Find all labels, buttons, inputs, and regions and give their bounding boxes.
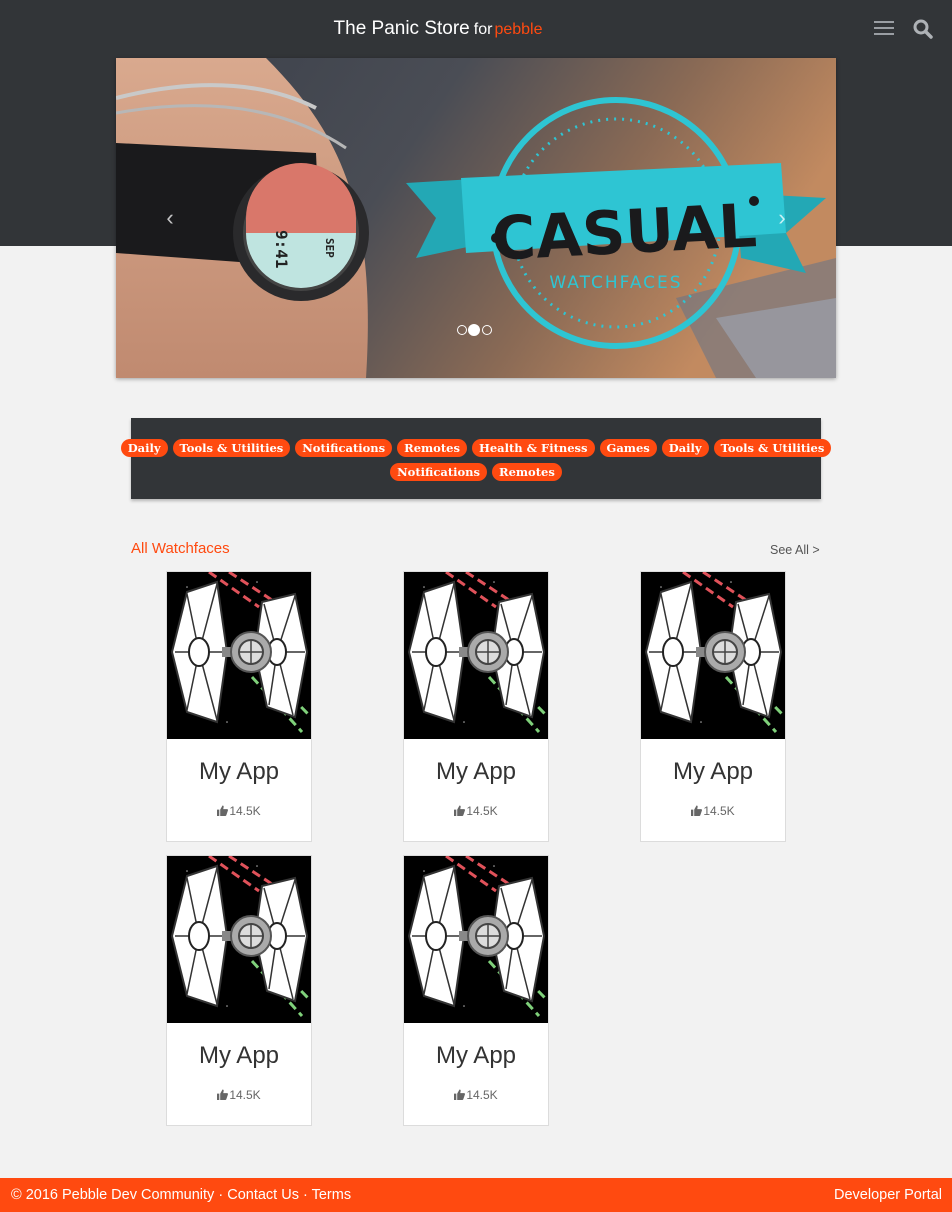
category-tag[interactable]: Games bbox=[599, 439, 657, 457]
navbar: The Panic Store for pebble bbox=[0, 0, 952, 58]
app-likes-count: 14.5K bbox=[466, 804, 498, 818]
thumbs-up-icon bbox=[217, 1089, 229, 1100]
app-likes-count: 14.5K bbox=[229, 804, 261, 818]
carousel-prev-arrow[interactable]: ‹ bbox=[160, 205, 180, 237]
footer-separator: · bbox=[302, 1187, 308, 1203]
category-panel: Daily Tools & Utilities Notifications Remot… bbox=[120, 418, 832, 499]
app-name: My App bbox=[435, 1042, 517, 1069]
app-likes: 14.5K bbox=[641, 804, 785, 818]
app-name: My App bbox=[435, 758, 517, 785]
app-likes: 14.5K bbox=[404, 1088, 548, 1102]
app-name: My App bbox=[672, 758, 754, 785]
pebble-brand: pebble bbox=[494, 21, 543, 38]
app-name: My App bbox=[198, 1042, 280, 1069]
app-card[interactable]: My App 14.5K bbox=[640, 571, 786, 842]
app-card[interactable]: My App 14.5K bbox=[403, 571, 549, 842]
app-likes-count: 14.5K bbox=[703, 804, 735, 818]
watch-face-date: SEP bbox=[323, 238, 336, 258]
developer-portal-link[interactable]: Developer Portal bbox=[834, 1187, 942, 1203]
thumbs-up-icon bbox=[454, 1089, 466, 1100]
app-card[interactable]: My App 14.5K bbox=[403, 855, 549, 1126]
featured-carousel[interactable]: 9:41 SEP CASUAL WATCHFACES ‹ › bbox=[116, 58, 836, 378]
badge-title: CASUAL bbox=[490, 191, 759, 275]
copyright-text: © 2016 Pebble Dev Community bbox=[11, 1187, 215, 1203]
app-likes: 14.5K bbox=[167, 804, 311, 818]
thumbs-up-icon bbox=[217, 805, 229, 816]
app-card[interactable]: My App 14.5K bbox=[166, 571, 312, 842]
carousel-indicators bbox=[457, 323, 497, 337]
carousel-dot[interactable] bbox=[482, 325, 492, 335]
category-tag[interactable]: Notifications bbox=[390, 463, 488, 481]
search-icon[interactable] bbox=[910, 16, 936, 42]
watch-face-time: 9:41 bbox=[272, 230, 291, 269]
carousel-next-arrow[interactable]: › bbox=[772, 205, 792, 237]
category-tag[interactable]: Daily bbox=[661, 439, 709, 457]
carousel-dot[interactable] bbox=[457, 325, 467, 335]
thumbs-up-icon bbox=[691, 805, 703, 816]
store-title-text: The Panic Store bbox=[333, 18, 470, 39]
app-name: My App bbox=[198, 758, 280, 785]
see-all-link[interactable]: See All > bbox=[770, 543, 820, 557]
app-likes-count: 14.5K bbox=[229, 1088, 261, 1102]
for-label: for bbox=[473, 21, 493, 38]
category-tag[interactable]: Tools & Utilities bbox=[713, 439, 832, 457]
footer: © 2016 Pebble Dev Community · Contact Us… bbox=[0, 1178, 952, 1212]
category-tag[interactable]: Health & Fitness bbox=[471, 439, 595, 457]
app-likes: 14.5K bbox=[404, 804, 548, 818]
store-title[interactable]: The Panic Store for pebble bbox=[0, 18, 876, 40]
thumbs-up-icon bbox=[454, 805, 466, 816]
category-tag[interactable]: Tools & Utilities bbox=[172, 439, 291, 457]
category-tag[interactable]: Remotes bbox=[397, 439, 467, 457]
hamburger-menu-icon[interactable] bbox=[871, 18, 897, 40]
app-thumbnail bbox=[641, 572, 785, 739]
app-likes: 14.5K bbox=[167, 1088, 311, 1102]
app-thumbnail bbox=[404, 856, 548, 1023]
category-row: Notifications Remotes bbox=[131, 463, 821, 481]
app-thumbnail bbox=[167, 572, 311, 739]
app-likes-count: 14.5K bbox=[466, 1088, 498, 1102]
contact-us-link[interactable]: Contact Us bbox=[227, 1187, 299, 1203]
badge-subtitle: WATCHFACES bbox=[549, 273, 682, 293]
app-card[interactable]: My App 14.5K bbox=[166, 855, 312, 1126]
section-title: All Watchfaces bbox=[131, 540, 230, 557]
app-thumbnail bbox=[404, 572, 548, 739]
footer-separator: · bbox=[218, 1187, 224, 1203]
terms-link[interactable]: Terms bbox=[312, 1187, 351, 1203]
carousel-dot-active[interactable] bbox=[468, 324, 480, 336]
category-tag[interactable]: Daily bbox=[120, 439, 168, 457]
app-thumbnail bbox=[167, 856, 311, 1023]
category-tag[interactable]: Notifications bbox=[295, 439, 393, 457]
category-tag[interactable]: Remotes bbox=[492, 463, 562, 481]
category-row: Daily Tools & Utilities Notifications Remot… bbox=[120, 439, 832, 457]
